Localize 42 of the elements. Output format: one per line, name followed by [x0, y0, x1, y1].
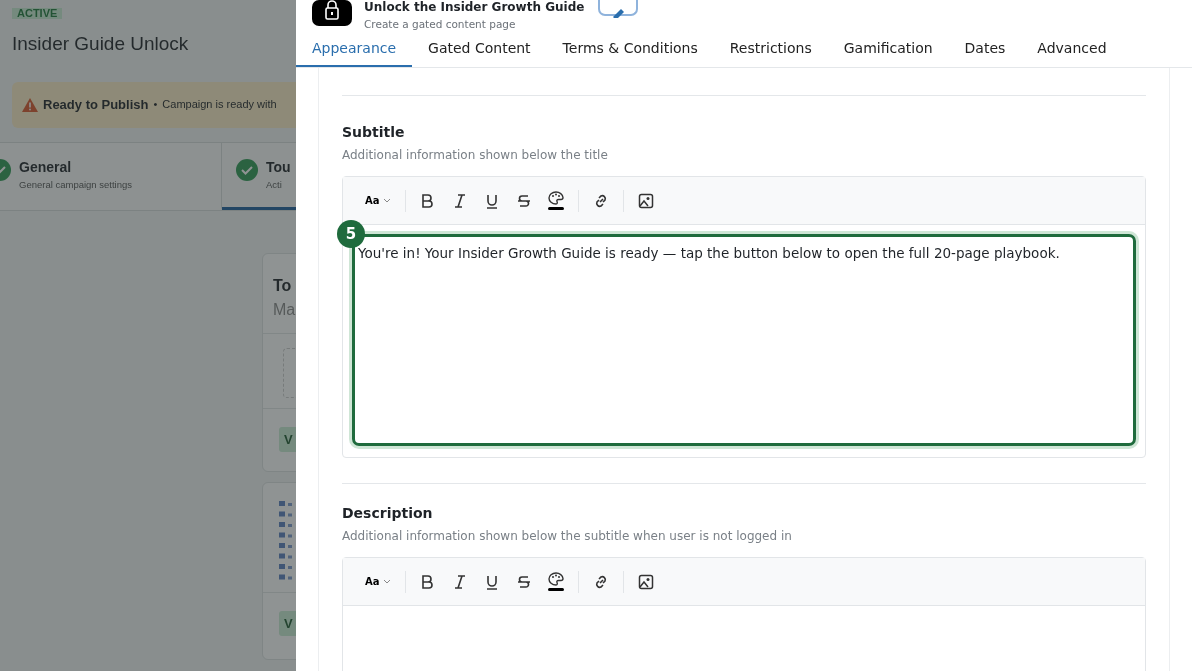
strikethrough-icon [515, 192, 532, 209]
step-title: General [19, 157, 73, 177]
page-title: Insider Guide Unlock [12, 32, 190, 56]
step-tab[interactable]: General General campaign settings [0, 142, 222, 210]
bold-icon [419, 573, 436, 590]
caret-icon [382, 579, 391, 584]
font-size-button[interactable]: Aa [357, 570, 399, 593]
alert-message: Campaign is ready with [162, 97, 277, 113]
step-subtitle: General campaign settings [19, 177, 132, 192]
bullet: • [153, 97, 158, 113]
palette-icon [547, 572, 564, 591]
pattern-icon [279, 500, 293, 581]
caret-icon [382, 198, 391, 203]
tab[interactable]: Dates [948, 32, 1022, 67]
tab[interactable]: Restrictions [713, 32, 828, 67]
step-subtitle: Acti [266, 177, 283, 192]
image-icon [637, 573, 654, 590]
field-label: Description [342, 504, 434, 523]
warning-icon [22, 97, 38, 112]
field-help: Additional information shown below the title [342, 147, 609, 164]
field-help: Additional information shown below the subtitle when user is not logged in [342, 528, 793, 545]
alert-title: Ready to Publish [43, 95, 149, 114]
bold-icon [419, 192, 436, 209]
tab[interactable]: Gated Content [412, 32, 547, 67]
field-label: Subtitle [342, 123, 406, 142]
edit-button[interactable] [598, 0, 639, 16]
font-size-button[interactable]: Aa [357, 189, 399, 212]
image-icon [637, 192, 654, 209]
step-badge: 5 [337, 220, 365, 248]
card-subtitle: Ma [273, 299, 296, 320]
step-title: Tou [266, 157, 291, 177]
panel-title: Unlock the Insider Growth Guide [364, 0, 585, 14]
tab[interactable]: Advanced [1021, 32, 1123, 67]
palette-icon [547, 191, 564, 210]
tab[interactable]: Gamification [827, 32, 949, 67]
tab[interactable]: Terms & Conditions [546, 32, 714, 67]
pencil-icon [611, 7, 626, 18]
card-title: To [273, 275, 293, 296]
tab[interactable]: Appearance [296, 32, 413, 67]
status-badge: ACTIVE [12, 8, 63, 19]
strikethrough-icon [515, 573, 532, 590]
panel-subtitle: Create a gated content page [364, 17, 517, 31]
